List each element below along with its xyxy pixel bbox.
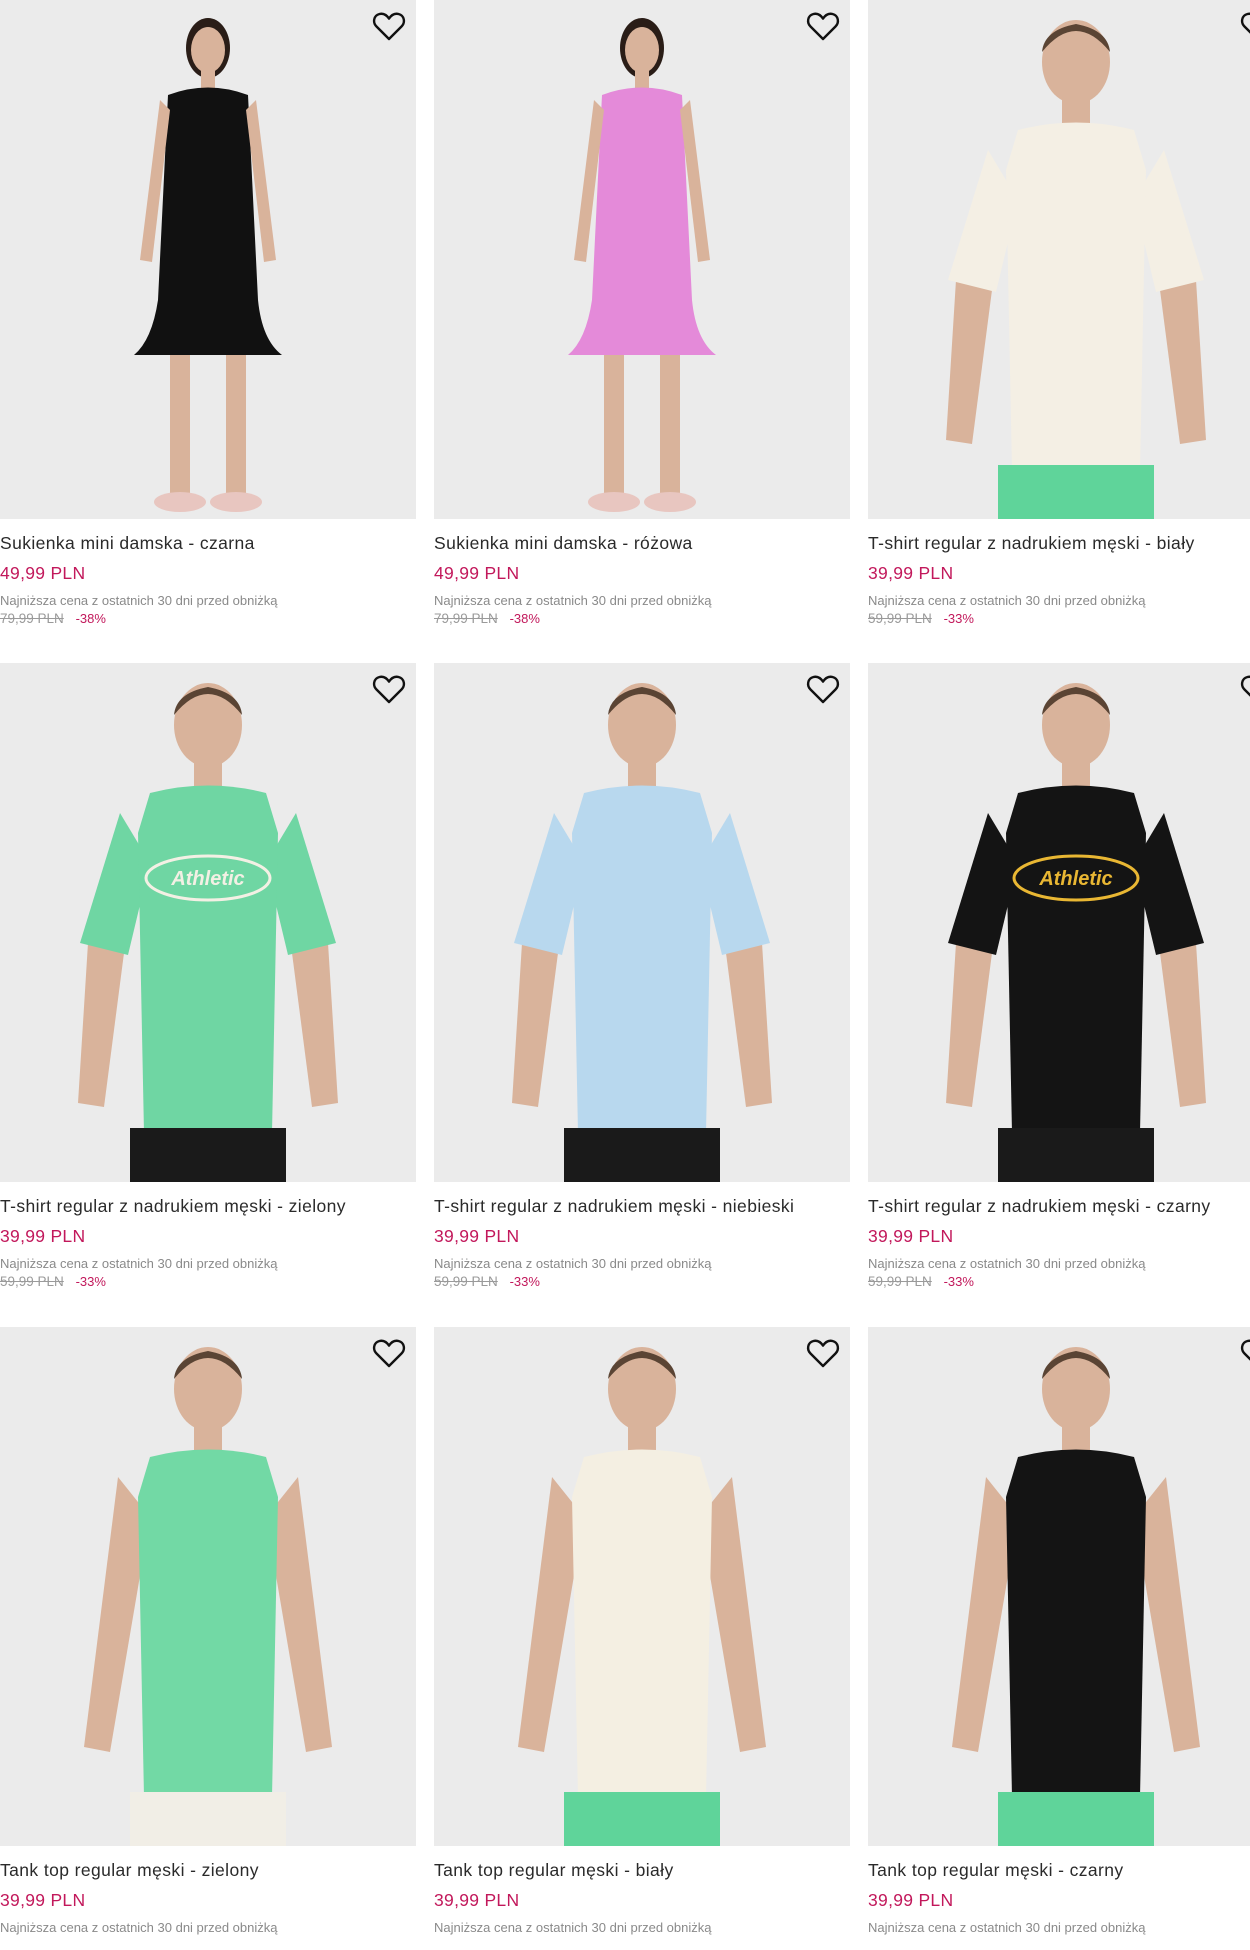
heart-outline-icon (806, 675, 840, 709)
favorite-button[interactable] (1240, 1337, 1250, 1369)
discount-badge: -38% (509, 611, 540, 626)
product-name[interactable]: Sukienka mini damska - różowa (434, 533, 850, 554)
product-image[interactable] (0, 1327, 416, 1846)
product-grid: Sukienka mini damska - czarna 49,99 PLN … (0, 0, 1250, 1950)
product-card[interactable]: Athletic T-shirt regular z nadrukiem męs… (868, 663, 1250, 1289)
product-card[interactable]: Sukienka mini damska - czarna 49,99 PLN … (0, 0, 416, 626)
discount-badge: -33% (943, 611, 974, 626)
lowest-price-label: Najniższa cena z ostatnich 30 dni przed … (434, 593, 712, 608)
svg-text:Athletic: Athletic (170, 868, 244, 890)
product-name[interactable]: T-shirt regular z nadrukiem męski - czar… (868, 1196, 1250, 1217)
product-name[interactable]: Sukienka mini damska - czarna (0, 533, 416, 554)
product-name[interactable]: Tank top regular męski - zielony (0, 1860, 416, 1881)
lowest-price-label: Najniższa cena z ostatnich 30 dni przed … (0, 593, 278, 608)
heart-outline-icon (1240, 675, 1250, 709)
product-name[interactable]: Tank top regular męski - czarny (868, 1860, 1250, 1881)
lowest-price-label: Najniższa cena z ostatnich 30 dni przed … (434, 1920, 712, 1935)
lowest-price-label: Najniższa cena z ostatnich 30 dni przed … (0, 1256, 278, 1271)
lowest-price-label: Najniższa cena z ostatnich 30 dni przed … (868, 1256, 1146, 1271)
product-image[interactable] (434, 663, 850, 1182)
product-name[interactable]: Tank top regular męski - biały (434, 1860, 850, 1881)
product-price: 39,99 PLN (868, 563, 954, 583)
old-price: 59,99 PLN (434, 1274, 498, 1289)
product-image[interactable] (868, 0, 1250, 519)
favorite-button[interactable] (1240, 10, 1250, 42)
old-price-row: 59,99 PLN -33% (434, 1274, 850, 1289)
old-price-row: 59,99 PLN -33% (868, 611, 1250, 626)
product-card[interactable]: Athletic T-shirt regular z nadrukiem męs… (0, 663, 416, 1289)
discount-badge: -33% (509, 1274, 540, 1289)
product-image[interactable] (868, 1327, 1250, 1846)
product-price: 39,99 PLN (434, 1226, 520, 1246)
product-name[interactable]: T-shirt regular z nadrukiem męski - ziel… (0, 1196, 416, 1217)
favorite-button[interactable] (806, 10, 840, 42)
product-price: 49,99 PLN (0, 563, 86, 583)
product-image[interactable]: Athletic (0, 663, 416, 1182)
product-card[interactable]: Tank top regular męski - biały 39,99 PLN… (434, 1327, 850, 1935)
old-price: 79,99 PLN (0, 611, 64, 626)
heart-outline-icon (1240, 1339, 1250, 1373)
product-price: 39,99 PLN (868, 1890, 954, 1910)
heart-outline-icon (372, 1339, 406, 1373)
product-card[interactable]: T-shirt regular z nadrukiem męski - biał… (868, 0, 1250, 626)
product-card[interactable]: Sukienka mini damska - różowa 49,99 PLN … (434, 0, 850, 626)
discount-badge: -38% (75, 611, 106, 626)
product-image[interactable]: Athletic (868, 663, 1250, 1182)
lowest-price-label: Najniższa cena z ostatnich 30 dni przed … (0, 1920, 278, 1935)
favorite-button[interactable] (806, 1337, 840, 1369)
discount-badge: -33% (943, 1274, 974, 1289)
favorite-button[interactable] (372, 673, 406, 705)
discount-badge: -33% (75, 1274, 106, 1289)
old-price-row: 79,99 PLN -38% (434, 611, 850, 626)
favorite-button[interactable] (372, 1337, 406, 1369)
old-price-row: 59,99 PLN -33% (868, 1274, 1250, 1289)
lowest-price-label: Najniższa cena z ostatnich 30 dni przed … (434, 1256, 712, 1271)
product-card[interactable]: Tank top regular męski - czarny 39,99 PL… (868, 1327, 1250, 1935)
favorite-button[interactable] (1240, 673, 1250, 705)
product-name[interactable]: T-shirt regular z nadrukiem męski - nieb… (434, 1196, 850, 1217)
lowest-price-label: Najniższa cena z ostatnich 30 dni przed … (868, 1920, 1146, 1935)
heart-outline-icon (806, 12, 840, 46)
product-card[interactable]: Tank top regular męski - zielony 39,99 P… (0, 1327, 416, 1935)
favorite-button[interactable] (806, 673, 840, 705)
product-name[interactable]: T-shirt regular z nadrukiem męski - biał… (868, 533, 1250, 554)
old-price: 59,99 PLN (868, 611, 932, 626)
product-image[interactable] (434, 0, 850, 519)
product-price: 39,99 PLN (868, 1226, 954, 1246)
favorite-button[interactable] (372, 10, 406, 42)
svg-text:Athletic: Athletic (1038, 868, 1112, 890)
heart-outline-icon (372, 12, 406, 46)
product-price: 39,99 PLN (434, 1890, 520, 1910)
lowest-price-label: Najniższa cena z ostatnich 30 dni przed … (868, 593, 1146, 608)
old-price-row: 59,99 PLN -33% (0, 1274, 416, 1289)
product-price: 39,99 PLN (0, 1226, 86, 1246)
product-price: 49,99 PLN (434, 563, 520, 583)
product-card[interactable]: T-shirt regular z nadrukiem męski - nieb… (434, 663, 850, 1289)
old-price: 79,99 PLN (434, 611, 498, 626)
heart-outline-icon (1240, 12, 1250, 46)
product-image[interactable] (0, 0, 416, 519)
old-price-row: 79,99 PLN -38% (0, 611, 416, 626)
old-price: 59,99 PLN (0, 1274, 64, 1289)
product-price: 39,99 PLN (0, 1890, 86, 1910)
old-price: 59,99 PLN (868, 1274, 932, 1289)
heart-outline-icon (806, 1339, 840, 1373)
heart-outline-icon (372, 675, 406, 709)
product-image[interactable] (434, 1327, 850, 1846)
